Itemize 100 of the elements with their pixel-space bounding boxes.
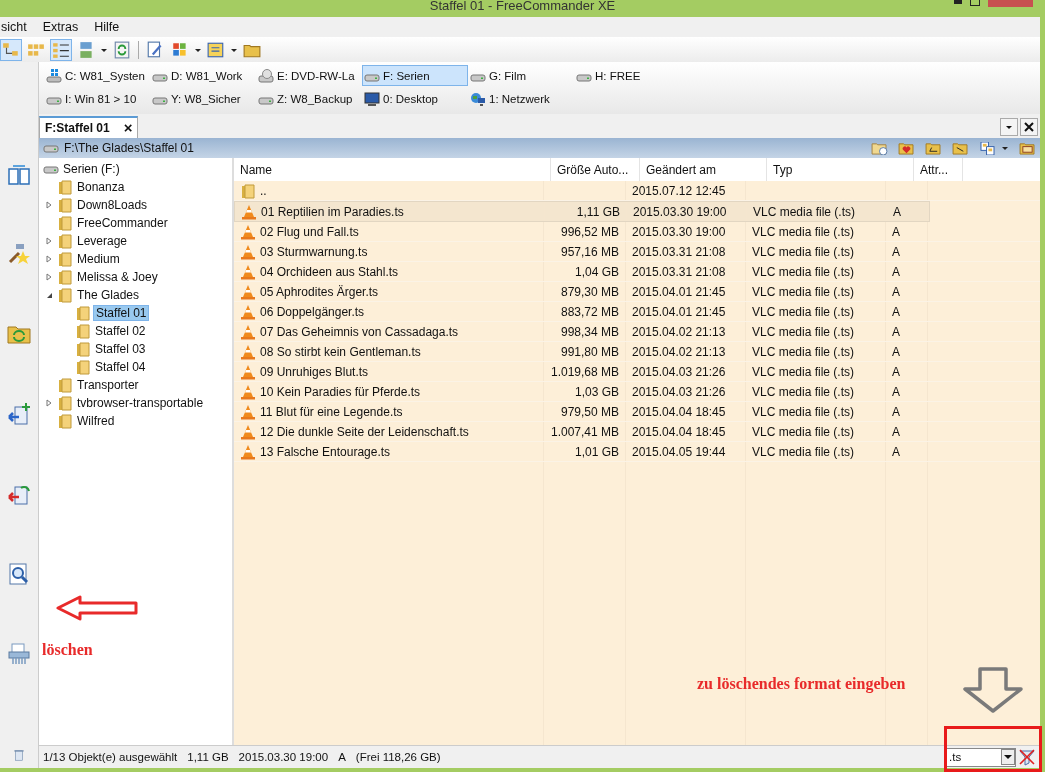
tree-item[interactable]: Transporter — [75, 378, 141, 392]
folder-up-icon[interactable] — [925, 141, 942, 155]
file-type: VLC media file (.ts) — [752, 444, 855, 459]
panel-tab[interactable]: F:Staffel 01 × — [39, 116, 139, 138]
file-row[interactable]: 12 Die dunkle Seite der Leidenschaft.ts 1.007,41 MB 2015.04.04 18:45 VLC media file (.ts) A — [234, 422, 1040, 442]
tree-item[interactable]: Staffel 02 — [93, 324, 148, 338]
list-view-icon[interactable] — [50, 38, 72, 61]
file-type: VLC media file (.ts) — [752, 384, 855, 399]
tab-label: F:Staffel 01 — [45, 121, 110, 135]
caret-icon[interactable] — [1001, 144, 1009, 152]
file-name: 11 Blut für eine Legende.ts — [260, 404, 403, 419]
tree-item[interactable]: Wilfred — [75, 414, 117, 428]
folder-root-icon[interactable] — [952, 141, 969, 155]
tree-item[interactable]: Medium — [75, 252, 122, 266]
file-row[interactable]: 09 Unruhiges Blut.ts 1.019,68 MB 2015.04.03 21:26 VLC media file (.ts) A — [234, 362, 1040, 382]
expand-icon[interactable] — [45, 255, 53, 263]
tree-item[interactable]: Melissa & Joey — [75, 270, 160, 284]
menu-item[interactable]: sicht — [0, 20, 28, 34]
file-row[interactable]: 10 Kein Paradies für Pferde.ts 1,03 GB 2015.04.03 21:26 VLC media file (.ts) A — [234, 382, 1040, 402]
folder-icon — [75, 359, 91, 375]
file-row[interactable]: 03 Sturmwarnung.ts 957,16 MB 2015.03.31 21:08 VLC media file (.ts) A — [234, 242, 1040, 262]
search-icon[interactable] — [7, 562, 31, 586]
caret-icon[interactable] — [1001, 749, 1015, 765]
expand-icon[interactable] — [45, 237, 53, 245]
file-date: 2015.04.03 21:26 — [632, 384, 726, 399]
tree-item[interactable]: Serien (F:) — [61, 162, 122, 176]
folder-icon — [240, 182, 256, 199]
tree-item[interactable]: tvbrowser-transportable — [75, 396, 206, 410]
drive-button[interactable]: F: Serien — [362, 65, 468, 86]
tree-item[interactable]: Down8Loads — [75, 198, 150, 212]
drive-button[interactable]: I: Win 81 > 10 — [44, 88, 150, 109]
file-date: 2015.03.30 19:00 — [633, 204, 727, 219]
tree-item[interactable]: Staffel 01 — [93, 305, 150, 321]
menu-item[interactable]: Extras — [41, 20, 80, 34]
file-row[interactable]: 06 Doppelgänger.ts 883,72 MB 2015.04.01 21:45 VLC media file (.ts) A — [234, 302, 1040, 322]
collapse-icon[interactable] — [45, 291, 53, 299]
expand-icon[interactable] — [45, 399, 53, 407]
file-date: 2015.04.04 18:45 — [632, 424, 726, 439]
tree-item[interactable]: Staffel 04 — [93, 360, 148, 374]
drive-button[interactable]: E: DVD-RW-La — [256, 65, 362, 86]
drive-button[interactable]: G: Film — [468, 65, 574, 86]
menu-item[interactable]: Hilfe — [93, 20, 121, 34]
maximize-button[interactable] — [970, 0, 980, 6]
folder-heart-icon[interactable] — [898, 141, 915, 155]
column-header[interactable]: Typ — [767, 158, 914, 181]
folder-size-icon[interactable] — [1019, 141, 1036, 155]
column-header[interactable]: Größe Auto... — [551, 158, 640, 181]
traffic-cone-icon — [240, 263, 256, 280]
file-row[interactable]: 01 Reptilien im Paradies.ts 1,11 GB 2015.03.30 19:00 VLC media file (.ts) A — [234, 201, 930, 222]
drive-button[interactable]: D: W81_Work — [150, 65, 256, 86]
clear-filter-icon[interactable] — [1018, 748, 1036, 766]
expand-icon[interactable] — [45, 273, 53, 281]
drive-button[interactable]: C: W81_Systen — [44, 65, 150, 86]
file-size: 996,52 MB — [560, 224, 619, 239]
drive-button[interactable]: Y: W8_Sicher — [150, 88, 256, 109]
tree-view-icon[interactable] — [0, 38, 22, 61]
tree-item[interactable]: The Glades — [75, 288, 142, 302]
file-row[interactable]: 05 Aphrodites Ärger.ts 879,30 MB 2015.04.01 21:45 VLC media file (.ts) A — [234, 282, 1040, 302]
drive-button[interactable]: 1: Netzwerk — [468, 88, 574, 109]
file-name: 05 Aphrodites Ärger.ts — [260, 284, 379, 299]
trash-icon[interactable] — [12, 748, 26, 762]
file-row[interactable]: 02 Flug und Fall.ts 996,52 MB 2015.03.30 19:00 VLC media file (.ts) A — [234, 222, 1040, 242]
drive-button[interactable]: Z: W8_Backup — [256, 88, 362, 109]
file-row[interactable]: 07 Das Geheimnis von Cassadaga.ts 998,34 MB 2015.04.02 21:13 VLC media file (.ts) A — [234, 322, 1040, 342]
file-row[interactable]: 11 Blut für eine Legende.ts 979,50 MB 2015.04.04 18:45 VLC media file (.ts) A — [234, 402, 1040, 422]
column-header[interactable]: Attr... — [914, 158, 963, 181]
copy-files-icon[interactable] — [979, 141, 996, 155]
file-attributes: A — [892, 344, 900, 359]
tree-item[interactable]: Leverage — [75, 234, 130, 248]
file-name: 08 So stirbt kein Gentleman.ts — [260, 344, 421, 359]
tree-item[interactable]: Staffel 03 — [93, 342, 148, 356]
folder-history-icon[interactable] — [871, 141, 888, 155]
file-type: VLC media file (.ts) — [753, 204, 856, 219]
expand-icon[interactable] — [45, 201, 53, 209]
panels-icon[interactable] — [7, 162, 31, 186]
file-name: 02 Flug und Fall.ts — [260, 224, 359, 239]
tree-item[interactable]: FreeCommander — [75, 216, 170, 230]
file-type: VLC media file (.ts) — [752, 304, 855, 319]
file-name: 04 Orchideen aus Stahl.ts — [260, 264, 399, 279]
tree-item[interactable]: Bonanza — [75, 180, 127, 194]
file-type: VLC media file (.ts) — [752, 244, 855, 259]
drive-button[interactable]: 0: Desktop — [362, 88, 468, 109]
shredder-icon[interactable] — [7, 642, 31, 666]
drive-button[interactable]: H: FREE — [574, 65, 680, 86]
tools-star-icon[interactable] — [7, 242, 31, 266]
file-type: VLC media file (.ts) — [752, 224, 855, 239]
column-header[interactable]: Name — [234, 158, 551, 181]
copy-add-icon[interactable] — [7, 402, 31, 426]
close-panel-button[interactable] — [1020, 118, 1038, 136]
column-header[interactable]: Geändert am — [640, 158, 767, 181]
file-row[interactable]: 08 So stirbt kein Gentleman.ts 991,80 MB 2015.04.02 21:13 VLC media file (.ts) A — [234, 342, 1040, 362]
tab-close-button[interactable]: × — [123, 121, 133, 135]
folder-icon — [57, 233, 73, 249]
file-row[interactable]: 04 Orchideen aus Stahl.ts 1,04 GB 2015.03.31 21:08 VLC media file (.ts) A — [234, 262, 1040, 282]
file-type: VLC media file (.ts) — [752, 264, 855, 279]
filter-combobox[interactable]: .ts — [945, 747, 1016, 767]
file-type: VLC media file (.ts) — [752, 364, 855, 379]
file-row[interactable]: 13 Falsche Entourage.ts 1,01 GB 2015.04.05 19:44 VLC media file (.ts) A — [234, 442, 1040, 462]
file-attributes: A — [892, 264, 900, 279]
traffic-cone-icon — [241, 203, 257, 220]
